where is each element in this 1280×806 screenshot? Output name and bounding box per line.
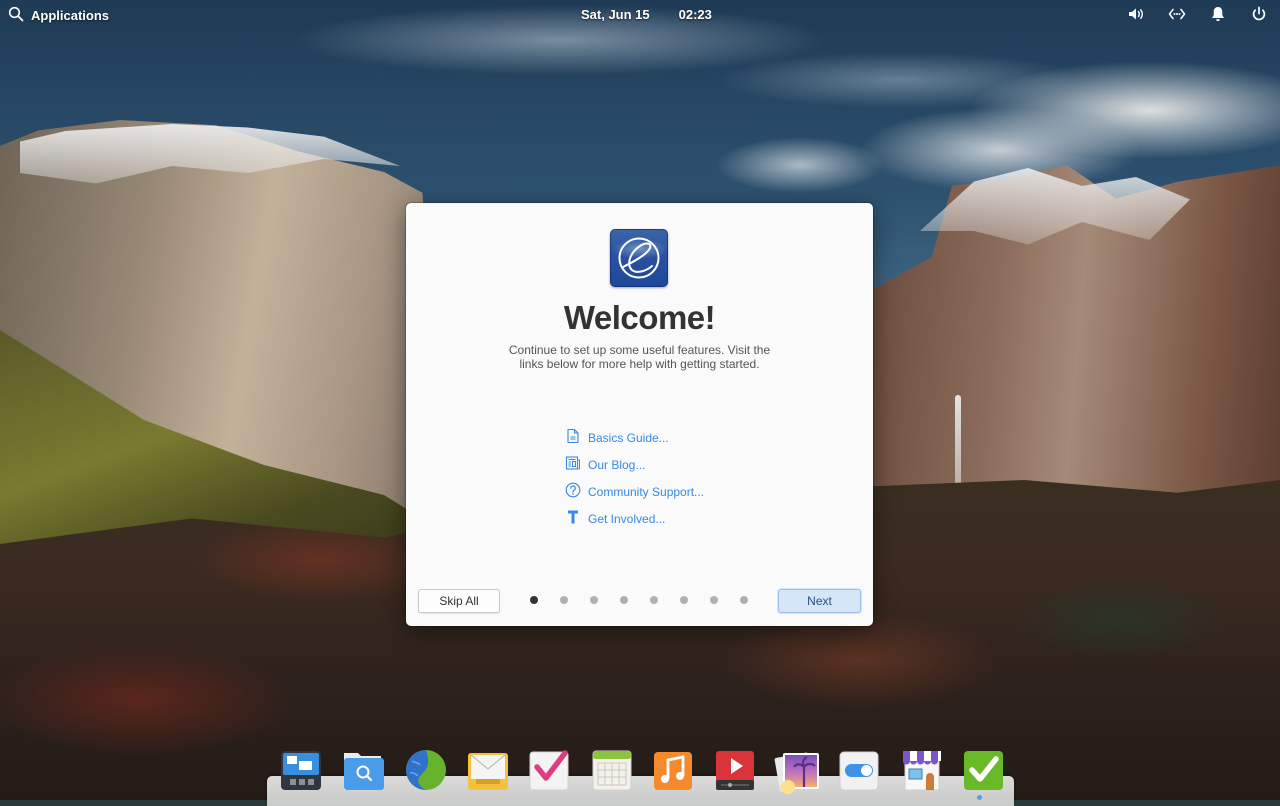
dock-item-photos[interactable] bbox=[774, 749, 822, 794]
music-icon bbox=[654, 752, 692, 790]
get-involved-link[interactable]: Get Involved... bbox=[565, 505, 704, 532]
files-icon bbox=[344, 753, 384, 790]
dock-item-files[interactable] bbox=[340, 749, 388, 791]
dock-item-multitasking-view[interactable] bbox=[278, 749, 326, 791]
hammer-icon bbox=[565, 509, 581, 528]
browser-globe-icon bbox=[406, 750, 446, 790]
dock-item-appcenter[interactable] bbox=[898, 749, 946, 791]
network-indicator[interactable] bbox=[1168, 6, 1186, 24]
community-support-label: Community Support... bbox=[588, 484, 705, 499]
search-icon bbox=[8, 6, 24, 25]
basics-guide-link[interactable]: Basics Guide... bbox=[565, 424, 704, 451]
next-button[interactable]: Next bbox=[778, 589, 861, 613]
our-blog-label: Our Blog... bbox=[588, 457, 646, 472]
appcenter-store-icon bbox=[903, 751, 941, 791]
dock bbox=[278, 749, 1008, 794]
time-label: 02:23 bbox=[678, 7, 712, 22]
mail-icon bbox=[468, 753, 508, 790]
page-indicator bbox=[530, 596, 748, 604]
network-wired-icon bbox=[1168, 5, 1186, 26]
newspaper-icon bbox=[565, 455, 581, 474]
page-dot-3[interactable] bbox=[590, 596, 598, 604]
date-label: Sat, Jun 15 bbox=[581, 7, 650, 22]
elementary-os-logo-icon bbox=[610, 229, 668, 287]
page-dot-5[interactable] bbox=[650, 596, 658, 604]
dock-item-mail[interactable] bbox=[464, 749, 512, 791]
welcome-title: Welcome! bbox=[563, 299, 716, 336]
applications-menu-button[interactable]: Applications bbox=[8, 6, 109, 25]
help-circle-icon bbox=[565, 482, 581, 501]
community-support-link[interactable]: Community Support... bbox=[565, 478, 704, 505]
volume-icon bbox=[1127, 5, 1145, 26]
running-app-indicator bbox=[977, 795, 982, 800]
dock-item-music[interactable] bbox=[650, 749, 698, 791]
page-dot-1[interactable] bbox=[530, 596, 538, 604]
page-dot-6[interactable] bbox=[680, 596, 688, 604]
settings-toggle-icon bbox=[839, 751, 879, 791]
dock-item-web-browser[interactable] bbox=[402, 749, 450, 791]
photos-icon bbox=[774, 752, 819, 794]
page-dot-2[interactable] bbox=[560, 596, 568, 604]
page-dot-7[interactable] bbox=[710, 596, 718, 604]
indicator-area bbox=[1127, 6, 1268, 24]
basics-guide-label: Basics Guide... bbox=[588, 430, 669, 445]
welcome-description: Continue to set up some useful features.… bbox=[508, 343, 771, 371]
help-links-list: Basics Guide... Our Blog... Community Su… bbox=[565, 424, 704, 532]
top-panel: Applications Sat, Jun 15 02:23 bbox=[0, 0, 1280, 30]
dock-item-calendar[interactable] bbox=[588, 749, 636, 791]
notification-bell-icon bbox=[1209, 5, 1227, 26]
page-dot-4[interactable] bbox=[620, 596, 628, 604]
tasks-check-icon bbox=[529, 750, 569, 791]
applications-label: Applications bbox=[31, 8, 110, 23]
videos-play-icon bbox=[716, 751, 754, 790]
page-dot-8[interactable] bbox=[740, 596, 748, 604]
welcome-dialog: Welcome! Continue to set up some useful … bbox=[406, 203, 873, 626]
our-blog-link[interactable]: Our Blog... bbox=[565, 451, 704, 478]
notifications-indicator[interactable] bbox=[1209, 6, 1227, 24]
document-icon bbox=[565, 428, 581, 447]
power-icon bbox=[1250, 5, 1268, 26]
green-checkmark-icon bbox=[964, 751, 1003, 790]
dock-item-videos[interactable] bbox=[712, 749, 760, 791]
dock-item-system-settings[interactable] bbox=[836, 749, 884, 791]
volume-indicator[interactable] bbox=[1127, 6, 1145, 24]
skip-all-button[interactable]: Skip All bbox=[418, 589, 500, 613]
calendar-icon bbox=[592, 750, 632, 791]
session-indicator[interactable] bbox=[1250, 6, 1268, 24]
datetime-indicator[interactable]: Sat, Jun 15 02:23 bbox=[581, 7, 712, 22]
dock-item-initial-setup[interactable] bbox=[960, 749, 1008, 791]
get-involved-label: Get Involved... bbox=[588, 511, 666, 526]
dock-item-tasks[interactable] bbox=[526, 749, 574, 791]
multitasking-icon bbox=[281, 751, 321, 790]
